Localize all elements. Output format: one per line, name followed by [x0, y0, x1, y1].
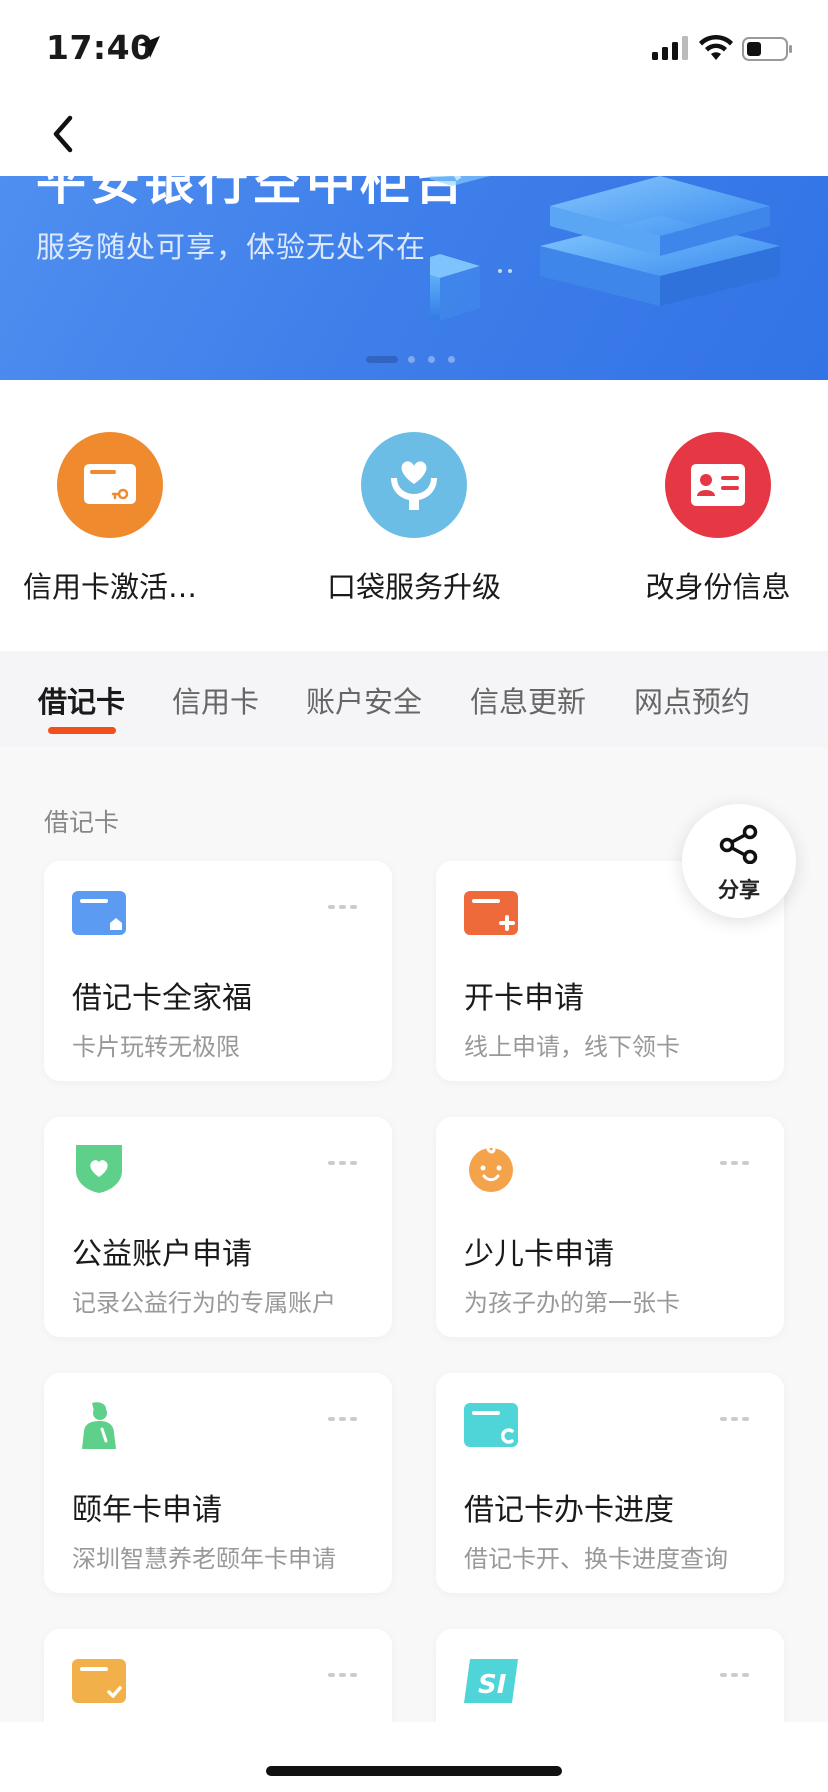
share-label: 分享: [718, 878, 760, 902]
quick-service-label: 改身份信息: [645, 570, 791, 604]
more-dots-icon[interactable]: [328, 903, 358, 911]
card-title: 开卡申请: [464, 981, 584, 1016]
more-dots-icon[interactable]: [328, 1159, 358, 1167]
tab-debit-card[interactable]: 借记卡: [38, 679, 125, 721]
shield-heart-icon: [76, 1145, 122, 1193]
quick-service-label: 口袋服务升级: [326, 570, 501, 604]
pagination-dot: [366, 356, 398, 363]
service-card-debit-family[interactable]: 借记卡全家福 卡片玩转无极限: [44, 861, 392, 1081]
tab-account-security[interactable]: 账户安全: [306, 679, 422, 721]
card-title: 颐年卡申请: [72, 1493, 222, 1528]
tab-branch-appointment[interactable]: 网点预约: [634, 679, 750, 721]
elder-person-icon: [82, 1402, 122, 1449]
more-dots-icon[interactable]: [328, 1415, 358, 1423]
quick-services: 信用卡激活… 口袋服务升级 改身份信息: [0, 380, 828, 650]
svg-text:SI: SI: [478, 1670, 507, 1700]
card-desc: 线上申请，线下领卡: [464, 1033, 680, 1061]
card-desc: 记录公益行为的专属账户: [72, 1289, 336, 1317]
service-card-partial[interactable]: [44, 1629, 392, 1722]
si-card-icon: SI: [464, 1659, 518, 1703]
baby-face-icon: [469, 1147, 513, 1192]
card-title: 少儿卡申请: [464, 1237, 614, 1272]
status-bar: 17:40: [0, 0, 828, 96]
id-card-icon: [665, 432, 771, 538]
service-card-child-card[interactable]: 少儿卡申请 为孩子办的第一张卡: [436, 1117, 784, 1337]
more-dots-icon[interactable]: [720, 1671, 750, 1679]
cellular-signal-icon: [652, 36, 688, 60]
home-area: [0, 1722, 828, 1792]
quick-service-pocket-upgrade[interactable]: 口袋服务升级: [284, 432, 544, 606]
banner-subtitle: 服务随处可享，体验无处不在: [36, 230, 427, 264]
location-arrow-icon: [138, 36, 160, 58]
category-tabs: 借记卡 信用卡 账户安全 信息更新 网点预约: [0, 651, 828, 747]
more-dots-icon[interactable]: [720, 1415, 750, 1423]
quick-service-credit-card-activate[interactable]: 信用卡激活…: [0, 432, 240, 606]
battery-icon: [742, 37, 792, 61]
debit-card-home-icon: [72, 891, 126, 935]
service-card-charity-account[interactable]: 公益账户申请 记录公益行为的专属账户: [44, 1117, 392, 1337]
pagination-dot: [408, 356, 415, 363]
tab-credit-card[interactable]: 信用卡: [172, 679, 259, 721]
card-key-icon: [57, 432, 163, 538]
service-card-partial[interactable]: SI: [436, 1629, 784, 1722]
pagination-dot: [428, 356, 435, 363]
more-dots-icon[interactable]: [328, 1671, 358, 1679]
card-title: 公益账户申请: [72, 1237, 252, 1272]
service-card-progress[interactable]: 借记卡办卡进度 借记卡开、换卡进度查询: [436, 1373, 784, 1593]
section-title: 借记卡: [44, 808, 120, 837]
active-tab-indicator: [48, 727, 116, 734]
heart-hands-icon: [361, 432, 467, 538]
card-progress-icon: [464, 1403, 518, 1447]
tab-info-update[interactable]: 信息更新: [470, 679, 586, 721]
banner-title: 平安银行空中柜台: [36, 176, 468, 211]
server-illustration: [430, 176, 780, 321]
home-indicator[interactable]: [266, 1766, 562, 1776]
chevron-left-icon[interactable]: [44, 110, 84, 158]
share-button[interactable]: 分享: [682, 804, 796, 918]
more-dots-icon[interactable]: [720, 1159, 750, 1167]
card-plus-icon: [464, 891, 518, 935]
card-title: 借记卡办卡进度: [464, 1493, 674, 1528]
card-check-icon: [72, 1659, 126, 1703]
promo-banner[interactable]: 平安银行空中柜台 服务随处可享，体验无处不在: [0, 176, 828, 380]
share-icon: [719, 824, 758, 864]
service-card-elder-card[interactable]: 颐年卡申请 深圳智慧养老颐年卡申请: [44, 1373, 392, 1593]
card-desc: 借记卡开、换卡进度查询: [464, 1545, 728, 1573]
card-desc: 为孩子办的第一张卡: [464, 1289, 680, 1317]
card-desc: 深圳智慧养老颐年卡申请: [72, 1545, 336, 1573]
nav-bar: [0, 96, 828, 176]
quick-service-change-id-info[interactable]: 改身份信息: [588, 432, 828, 606]
card-title: 借记卡全家福: [72, 981, 252, 1016]
quick-service-label: 信用卡激活…: [22, 570, 197, 604]
pagination-dot: [448, 356, 455, 363]
wifi-icon: [699, 34, 733, 60]
card-desc: 卡片玩转无极限: [72, 1033, 240, 1061]
